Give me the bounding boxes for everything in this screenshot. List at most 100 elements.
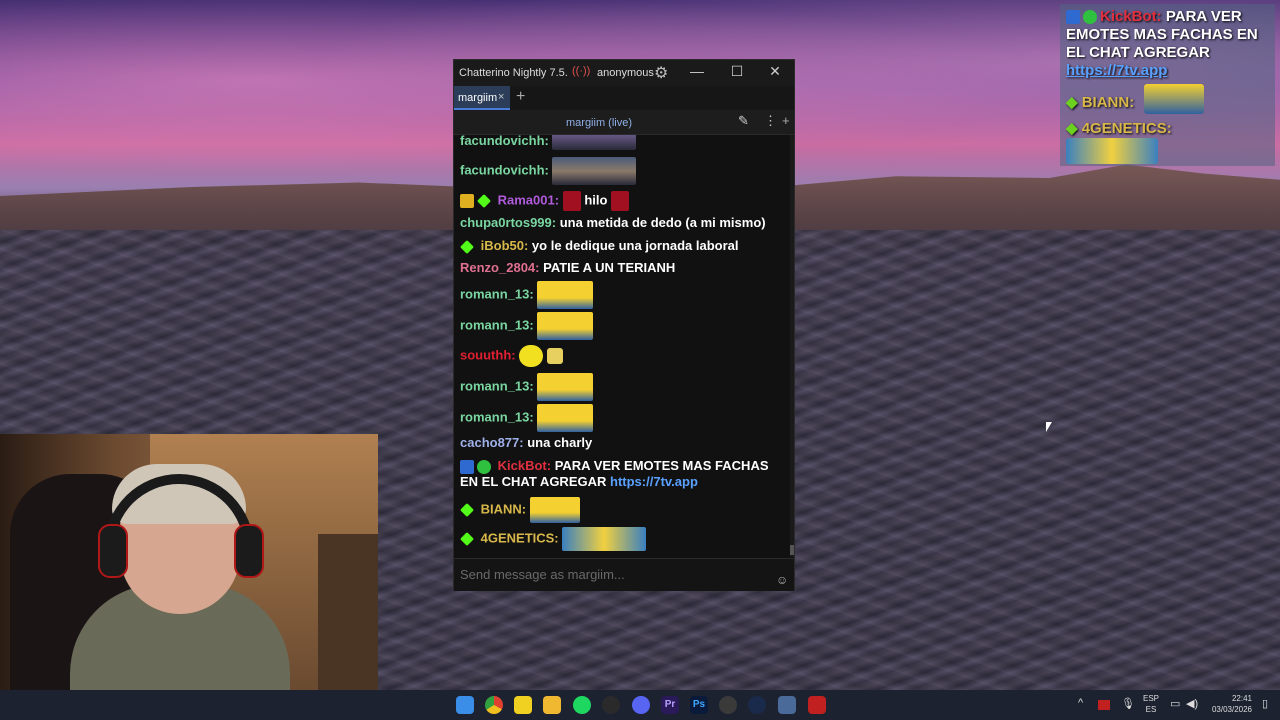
chat-message: cacho877: una charly — [460, 435, 592, 451]
spotify-icon[interactable] — [573, 696, 591, 714]
steam-icon[interactable] — [748, 696, 766, 714]
message-input-bar: ☺ — [454, 558, 794, 591]
clock-app-icon[interactable] — [719, 696, 737, 714]
language-indicator[interactable]: ESP ES — [1143, 693, 1159, 715]
chat-username[interactable]: romann_13: — [460, 317, 534, 332]
chat-username[interactable]: facundovichh: — [460, 135, 549, 148]
chrome-icon[interactable] — [485, 696, 503, 714]
language-code: ESP — [1143, 694, 1160, 703]
chat-message: souuthh: — [460, 345, 563, 367]
layout-code: ES — [1145, 705, 1157, 714]
kick-diamond-badge-icon — [460, 239, 474, 254]
overlay-username: KickBot: — [1100, 8, 1162, 25]
chat-messages[interactable]: facundovichh: facundovichh: Rama001: hil… — [454, 135, 794, 557]
microphone-icon[interactable]: 🎙 — [1121, 697, 1135, 710]
tab-close-button[interactable]: × — [498, 91, 504, 103]
chat-username[interactable]: chupa0rtos999: — [460, 215, 556, 230]
chat-username[interactable]: romann_13: — [460, 409, 534, 424]
clock-date: 03/03/2026 — [1211, 705, 1252, 714]
settings-gear-icon[interactable]: ⚙ — [654, 63, 668, 83]
overlay-diamond-badge-icon: ◆ — [1066, 94, 1078, 111]
chat-username[interactable]: facundovichh: — [460, 162, 549, 177]
chatterino-icon[interactable] — [778, 696, 796, 714]
close-button[interactable]: ✕ — [760, 63, 790, 83]
chat-username[interactable]: romann_13: — [460, 286, 534, 301]
account-button[interactable]: anonymous — [597, 67, 654, 79]
channel-title[interactable]: margiim (live) — [454, 117, 744, 129]
chat-username[interactable]: cacho877: — [460, 435, 524, 450]
chat-message: KickBot: PARA VER EMOTES MAS FACHAS — [460, 458, 769, 474]
chat-username[interactable]: BIANN: — [481, 501, 527, 516]
mouse-cursor-icon — [1046, 422, 1052, 432]
network-icon[interactable]: ▭ — [1170, 697, 1180, 710]
obs-icon[interactable] — [602, 696, 620, 714]
live-status-icon[interactable]: ((·)) — [572, 65, 590, 77]
emoji-picker-icon[interactable]: ☺ — [776, 573, 788, 587]
title-bar[interactable]: Chatterino Nightly 7.5.4 ((·)) anonymous… — [454, 60, 794, 86]
discord-icon[interactable] — [632, 696, 650, 714]
chat-username[interactable]: Rama001: — [498, 192, 559, 207]
add-split-button[interactable]: + — [782, 113, 790, 128]
minions-emote-icon — [1066, 138, 1158, 164]
stream-app-icon[interactable] — [808, 696, 826, 714]
face-emote-icon — [552, 157, 637, 185]
minion-emote-icon — [537, 373, 594, 401]
chat-message: chupa0rtos999: una metida de dedo (a mi … — [460, 215, 766, 231]
scrollbar-thumb[interactable] — [790, 545, 794, 555]
chatterino-window[interactable]: Chatterino Nightly 7.5.4 ((·)) anonymous… — [453, 59, 795, 591]
chat-scrollbar[interactable] — [790, 135, 794, 557]
maximize-button[interactable]: ☐ — [722, 63, 752, 83]
minimize-button[interactable]: — — [682, 63, 712, 83]
webcam-feed — [0, 434, 378, 690]
system-clock[interactable]: 22:41 03/03/2026 — [1206, 693, 1252, 715]
overlay-text: EL CHAT AGREGAR — [1066, 44, 1210, 61]
kick-diamond-badge-icon — [477, 194, 491, 208]
stream-chat-overlay: KickBot: PARA VER EMOTES MAS FACHAS EN E… — [1060, 4, 1275, 166]
face-emote-icon — [552, 135, 637, 150]
overlay-wrench-badge-icon — [1066, 10, 1080, 25]
more-options-icon[interactable]: ⋮ — [764, 113, 777, 129]
tab-margiim[interactable]: margiim × — [454, 86, 510, 110]
message-input[interactable] — [458, 563, 772, 585]
overlay-text: EMOTES MAS FACHAS EN — [1066, 26, 1258, 43]
chat-username[interactable]: KickBot: — [498, 458, 551, 473]
volume-icon[interactable]: ◀) — [1186, 697, 1198, 710]
premiere-icon[interactable]: Pr — [661, 696, 679, 714]
photoshop-icon[interactable]: Ps — [690, 696, 708, 714]
add-tab-button[interactable]: + — [516, 88, 525, 106]
notifications-icon[interactable]: ▯ — [1262, 697, 1268, 710]
tab-bar: margiim × + — [454, 86, 794, 110]
chat-message: facundovichh: — [460, 157, 637, 185]
chat-message: iBob50: yo le dedique una jornada labora… — [460, 238, 739, 254]
chat-username[interactable]: 4GENETICS: — [481, 530, 559, 545]
kick-diamond-badge-icon — [460, 503, 474, 517]
chat-message: BIANN: — [460, 497, 580, 523]
tray-app-icon[interactable] — [1098, 700, 1110, 710]
split-header[interactable]: margiim (live) ✎ ⋮ + — [454, 110, 794, 135]
chat-username[interactable]: souuthh: — [460, 347, 516, 362]
chat-username[interactable]: iBob50: — [481, 238, 529, 253]
chat-message-text: PARA VER EMOTES MAS FACHAS — [554, 458, 769, 473]
chat-message: romann_13: — [460, 404, 594, 432]
smiley-emote-icon — [519, 345, 544, 367]
file-explorer-icon[interactable] — [543, 696, 561, 714]
sticky-notes-icon[interactable] — [514, 696, 532, 714]
edit-icon[interactable]: ✎ — [738, 113, 749, 129]
chat-message-text: PATIE A UN TERIANH — [543, 260, 676, 275]
overlay-diamond-badge-icon: ◆ — [1066, 120, 1078, 137]
tray-chevron-up-icon[interactable]: ^ — [1078, 697, 1083, 709]
chat-message: Rama001: hilo — [460, 191, 630, 211]
windows-start-icon[interactable] — [456, 696, 474, 714]
chat-message-continuation: EN EL CHAT AGREGAR https://7tv.app — [460, 474, 698, 490]
chat-username[interactable]: Renzo_2804: — [460, 260, 539, 275]
chat-username[interactable]: romann_13: — [460, 378, 534, 393]
chat-message: 4GENETICS: — [460, 527, 647, 551]
chat-message: romann_13: — [460, 312, 594, 340]
minion-emote-icon — [537, 312, 594, 340]
chat-link[interactable]: https://7tv.app — [610, 474, 698, 489]
webcam-headset-ear — [234, 524, 264, 578]
tab-label: margiim — [458, 92, 498, 104]
minions-emote-icon — [562, 527, 647, 551]
chat-message: facundovichh: — [460, 135, 637, 150]
minion-emote-icon — [1144, 84, 1204, 114]
